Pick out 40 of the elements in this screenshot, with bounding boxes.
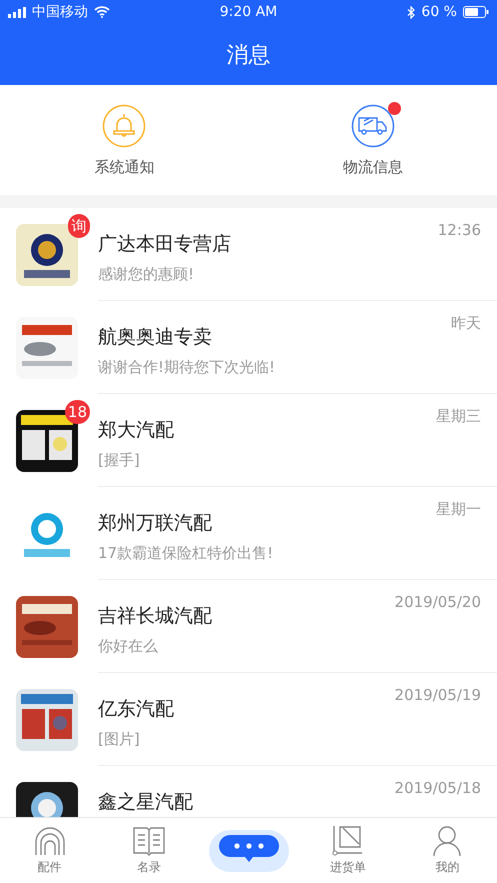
shortcut-label[interactable]: 物流信息: [342, 158, 403, 176]
battery-icon: [462, 6, 489, 18]
battery-percent: 60 %: [421, 4, 457, 20]
message-time: 星期三: [436, 407, 481, 426]
message-time: 12:36: [438, 221, 481, 239]
clock: 9:20 AM: [220, 4, 278, 20]
book-icon: [132, 825, 166, 857]
contact-name[interactable]: 航奥奥迪专卖: [98, 324, 212, 350]
clipboard-icon: [330, 825, 365, 857]
tab-item[interactable]: 名录: [99, 818, 199, 883]
contact-name[interactable]: 鑫之星汽配: [98, 789, 193, 815]
message-preview: 感谢您的惠顾!: [98, 265, 196, 284]
contact-name[interactable]: 郑州万联汽配: [98, 510, 212, 536]
truck-icon[interactable]: [350, 104, 395, 148]
contact-name[interactable]: 亿东汽配: [98, 696, 174, 722]
contact-name[interactable]: 郑大汽配: [98, 417, 174, 443]
message-time: 星期一: [436, 500, 481, 519]
message-preview: 17款霸道保险杠特价出售!: [98, 544, 274, 563]
message-time: 2019/05/18: [394, 779, 481, 797]
message-time: 2019/05/20: [394, 593, 481, 611]
wifi-icon: [94, 6, 110, 18]
carrier-name: 中国移动: [32, 3, 88, 21]
page-title: 消息: [226, 42, 270, 70]
message-time: 昨天: [451, 314, 481, 333]
message-preview: [图片]: [98, 730, 141, 749]
message-time: 2019/05/19: [394, 686, 481, 704]
unread-badge: 18: [64, 400, 90, 424]
shortcut-label[interactable]: 系统通知: [94, 158, 154, 176]
contact-name[interactable]: 广达本田专营店: [98, 231, 231, 257]
contact-name[interactable]: 吉祥长城汽配: [98, 603, 212, 629]
message-preview: 你好在么: [98, 637, 159, 656]
tab-item[interactable]: 我的: [398, 818, 497, 883]
message-preview: 谢谢合作!期待您下次光临!: [98, 358, 276, 377]
unread-badge: 询: [68, 214, 90, 238]
message-preview: [握手]: [98, 451, 141, 470]
bluetooth-icon: [407, 6, 416, 18]
tab-item[interactable]: 配件: [0, 818, 100, 883]
headphones-icon: [32, 825, 67, 857]
signal-icon: [8, 6, 26, 18]
tab-item[interactable]: 进货单: [298, 818, 398, 883]
